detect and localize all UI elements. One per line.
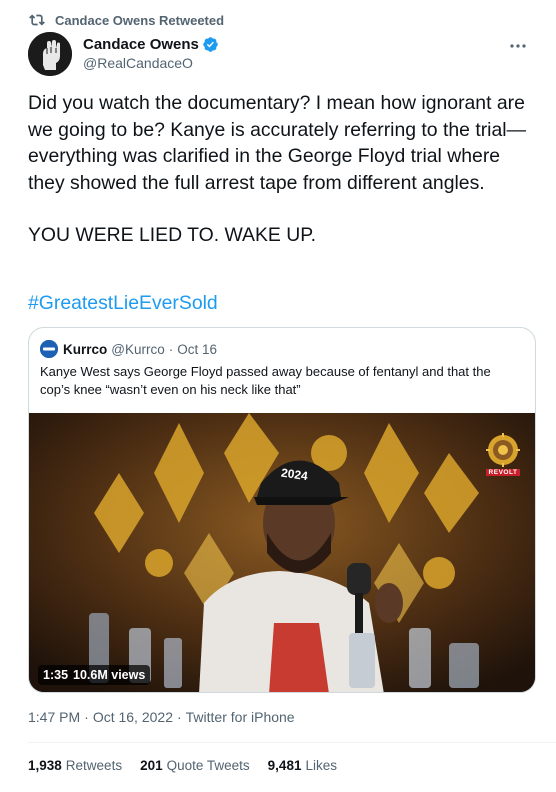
video-info-badge: 1:35 10.6M views xyxy=(38,665,151,685)
tweet-paragraph-2: YOU WERE LIED TO. WAKE UP. xyxy=(28,224,317,246)
video-player[interactable]: 2024 REVOLT 1:35 10.6M views xyxy=(29,413,535,692)
tweet-paragraph-1: Did you watch the documentary? I mean ho… xyxy=(28,92,526,194)
more-options-button[interactable] xyxy=(506,36,530,56)
retweets-stat[interactable]: 1,938 Retweets xyxy=(28,756,122,776)
likes-count: 9,481 xyxy=(267,758,302,773)
quote-tweets-stat[interactable]: 201 Quote Tweets xyxy=(140,756,250,776)
quoted-author-handle[interactable]: @Kurrco xyxy=(111,342,164,357)
video-thumbnail: 2024 xyxy=(29,413,535,692)
avatar[interactable] xyxy=(28,32,72,76)
quoted-avatar[interactable] xyxy=(40,340,58,358)
tweet-header: Candace Owens @RealCandaceO xyxy=(28,32,536,76)
revolt-emblem-icon xyxy=(486,433,520,467)
meta-separator-1: · xyxy=(84,709,89,725)
more-dots-icon xyxy=(510,44,526,48)
quote-tweets-count: 201 xyxy=(140,758,163,773)
quoted-tweet-text: Kanye West says George Floyd passed away… xyxy=(40,364,491,397)
quoted-tweet[interactable]: Kurrco @Kurrco · Oct 16 Kanye West says … xyxy=(28,327,536,693)
retweets-count: 1,938 xyxy=(28,758,62,773)
quoted-date[interactable]: Oct 16 xyxy=(177,342,217,357)
tweet-date[interactable]: Oct 16, 2022 xyxy=(93,707,173,727)
raised-fist-avatar xyxy=(28,32,72,76)
likes-label: Likes xyxy=(305,758,337,773)
author-handle[interactable]: @RealCandaceO xyxy=(83,54,219,73)
retweet-label: Candace Owens Retweeted xyxy=(55,12,225,28)
meta-separator-2: · xyxy=(176,709,182,725)
tweet-time[interactable]: 1:47 PM xyxy=(28,707,80,727)
quoted-separator: · xyxy=(168,341,174,357)
quote-tweets-label: Quote Tweets xyxy=(166,758,250,773)
revolt-watermark: REVOLT xyxy=(483,433,523,476)
verified-badge-icon xyxy=(202,36,219,53)
retweet-indicator[interactable]: Candace Owens Retweeted xyxy=(29,10,224,30)
tweet-timestamp: 1:47 PM · Oct 16, 2022 · Twitter for iPh… xyxy=(28,707,295,727)
revolt-label: REVOLT xyxy=(485,469,521,476)
quoted-tweet-header: Kurrco @Kurrco · Oct 16 xyxy=(40,340,217,358)
tweet-stats: 1,938 Retweets 201 Quote Tweets 9,481 Li… xyxy=(28,756,355,776)
display-name[interactable]: Candace Owens xyxy=(83,35,199,54)
author-names: Candace Owens @RealCandaceO xyxy=(83,35,219,73)
hashtag-link[interactable]: #GreatestLieEverSold xyxy=(28,290,218,316)
display-name-row[interactable]: Candace Owens xyxy=(83,35,219,54)
likes-stat[interactable]: 9,481 Likes xyxy=(268,756,337,776)
video-duration: 1:35 xyxy=(43,668,69,682)
tweet-client[interactable]: Twitter for iPhone xyxy=(186,707,295,727)
quoted-author-name[interactable]: Kurrco xyxy=(63,342,107,357)
retweets-label: Retweets xyxy=(65,758,123,773)
tweet-text: Did you watch the documentary? I mean ho… xyxy=(28,90,538,249)
divider xyxy=(28,742,556,743)
retweet-icon xyxy=(29,12,45,28)
video-views: 10.6M views xyxy=(73,668,146,682)
